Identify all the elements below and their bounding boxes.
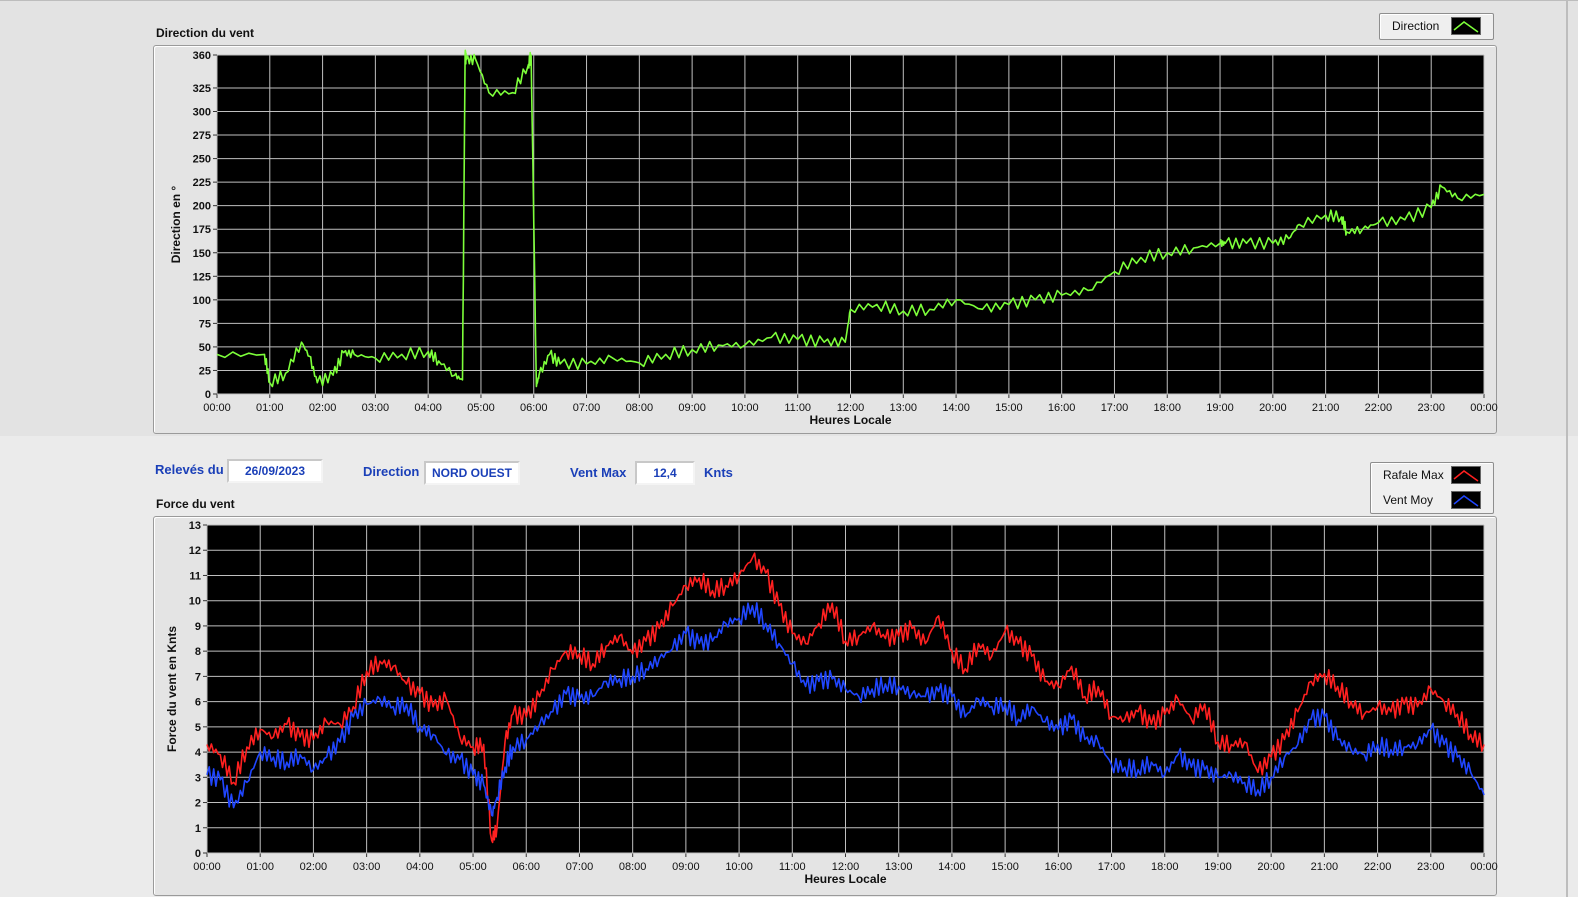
x-tick-label: 10:00 (725, 861, 753, 873)
x-tick-label: 02:00 (300, 861, 328, 873)
x-tick-label: 03:00 (353, 861, 381, 873)
x-tick-label: 00:00 (193, 861, 221, 873)
y-tick-label: 3 (195, 772, 201, 784)
legend-item-gust[interactable]: Rafale Max (1371, 463, 1493, 487)
gust-line-swatch-icon (1451, 466, 1481, 484)
y-tick-label: 9 (195, 621, 201, 633)
x-tick-label: 01:00 (246, 861, 274, 873)
y-tick-label: 13 (189, 520, 201, 532)
x-tick-label: 14:00 (938, 861, 966, 873)
x-tick-label: 00:00 (1470, 861, 1498, 873)
mean-line-swatch-icon (1451, 491, 1481, 509)
force-legend: Rafale Max Vent Moy (1370, 462, 1494, 514)
y-tick-label: 6 (195, 697, 201, 709)
legend-label-gust: Rafale Max (1383, 468, 1444, 482)
x-tick-label: 18:00 (1151, 861, 1179, 873)
legend-item-mean[interactable]: Vent Moy (1371, 488, 1493, 512)
y-axis-title: Force du vent en Knts (165, 626, 179, 752)
y-tick-label: 4 (195, 747, 202, 759)
y-tick-label: 8 (195, 646, 201, 658)
x-tick-label: 08:00 (619, 861, 647, 873)
y-tick-label: 2 (195, 798, 201, 810)
x-tick-label: 19:00 (1204, 861, 1232, 873)
y-tick-label: 12 (189, 545, 201, 557)
x-tick-label: 06:00 (512, 861, 540, 873)
x-tick-label: 15:00 (991, 861, 1019, 873)
x-tick-label: 16:00 (1045, 861, 1073, 873)
y-tick-label: 10 (189, 596, 201, 608)
x-tick-label: 21:00 (1311, 861, 1339, 873)
x-axis-title: Heures Locale (804, 872, 886, 886)
x-tick-label: 23:00 (1417, 861, 1445, 873)
legend-label-mean: Vent Moy (1383, 493, 1434, 507)
y-tick-label: 7 (195, 671, 201, 683)
y-tick-label: 5 (195, 722, 201, 734)
x-tick-label: 11:00 (779, 861, 806, 873)
y-tick-label: 0 (195, 848, 201, 860)
y-tick-label: 11 (189, 570, 201, 582)
x-tick-label: 09:00 (672, 861, 700, 873)
y-tick-label: 1 (195, 823, 201, 835)
x-tick-label: 22:00 (1364, 861, 1392, 873)
x-tick-label: 20:00 (1257, 861, 1285, 873)
x-tick-label: 04:00 (406, 861, 434, 873)
x-tick-label: 07:00 (566, 861, 594, 873)
x-tick-label: 17:00 (1098, 861, 1126, 873)
force-chart: 00:00 01:00 02:00 03:00 04:00 05:00 06:00 07:00… (165, 520, 1498, 886)
x-tick-label: 13:00 (885, 861, 913, 873)
x-tick-label: 05:00 (459, 861, 487, 873)
